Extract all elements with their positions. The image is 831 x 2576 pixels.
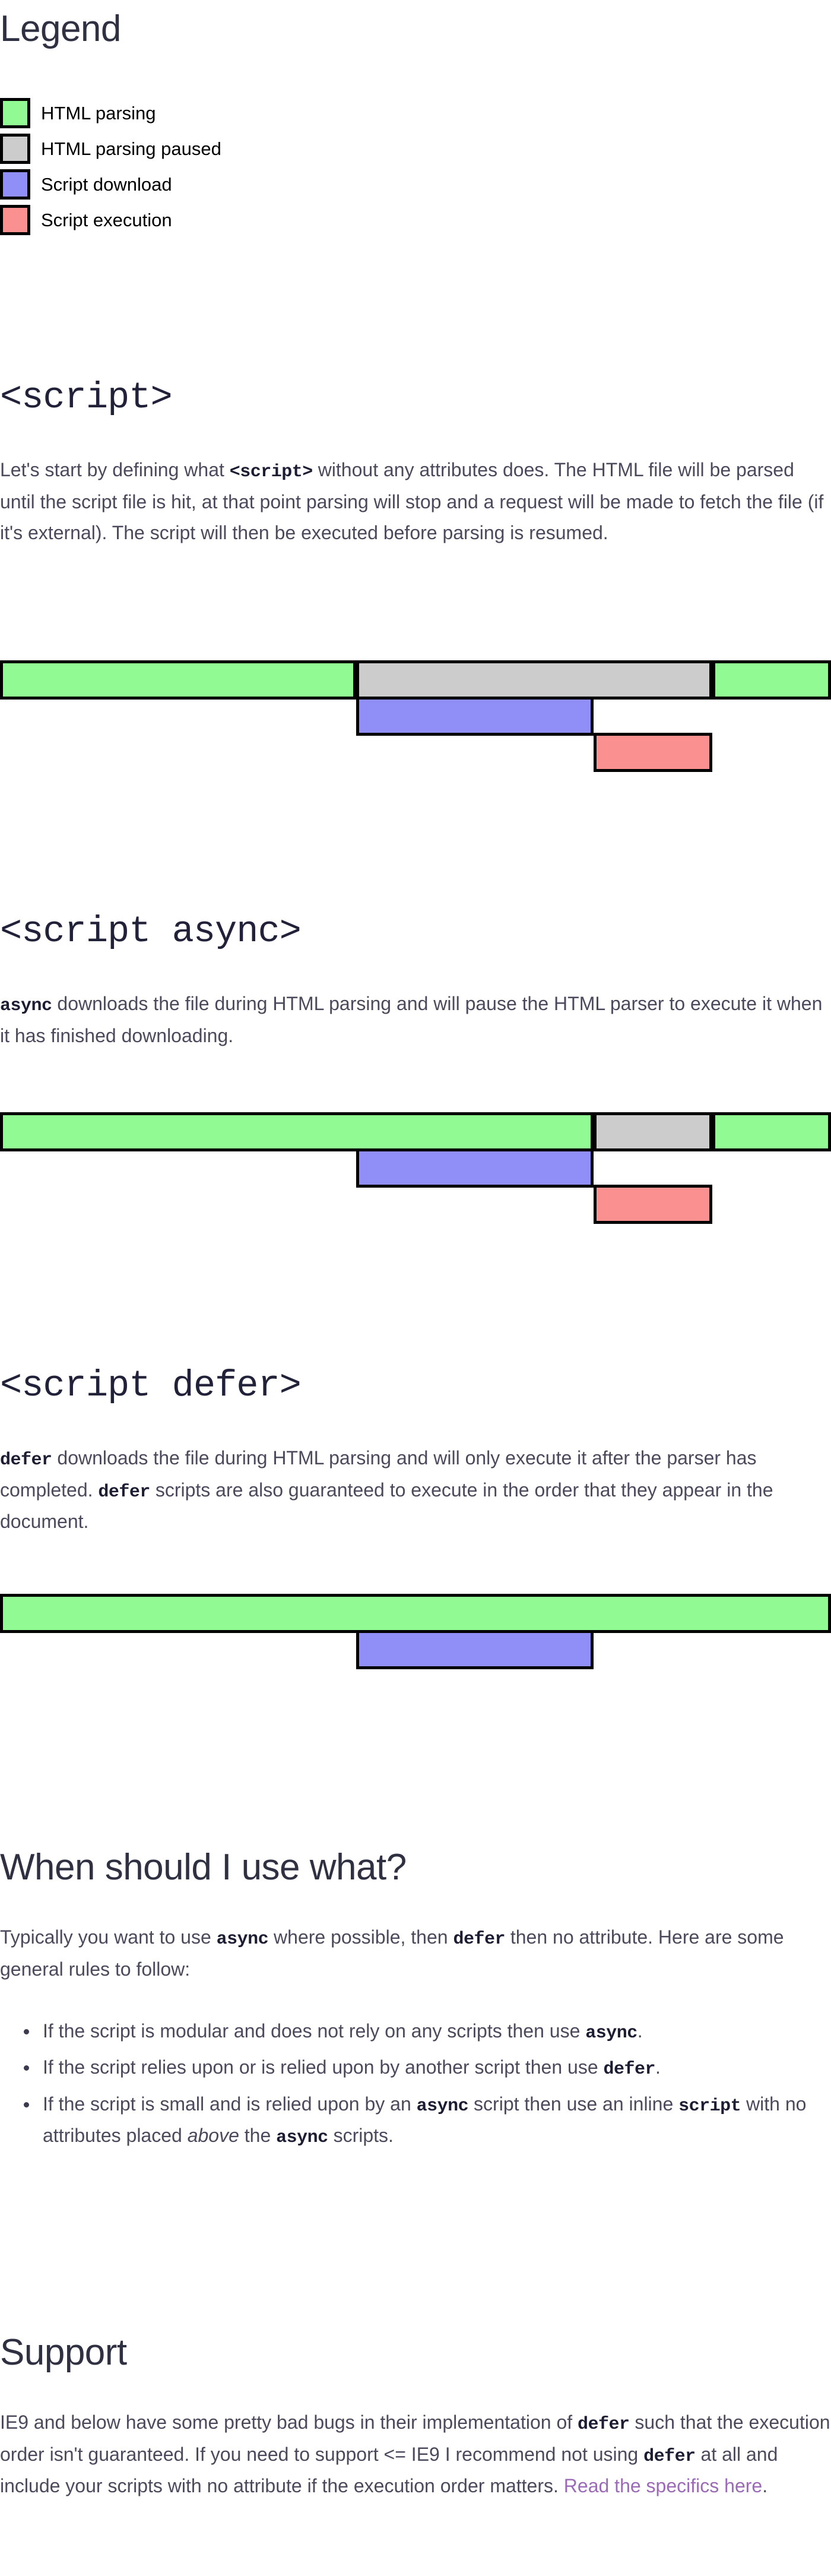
script-defer-paragraph: defer downloads the file during HTML par… xyxy=(0,1443,831,1537)
rule-3-part-2: script then use an inline xyxy=(468,2093,679,2115)
legend-swatch-html-parsing-paused xyxy=(0,133,30,164)
timeline-segment-green xyxy=(0,660,356,700)
legend-item-script-download: Script download xyxy=(0,166,415,202)
rule-3-code-2: script xyxy=(678,2096,741,2116)
rule-1-part-1: If the script is modular and does not re… xyxy=(43,2020,586,2042)
support-part-4: . xyxy=(762,2475,768,2497)
legend-label-script-execution: Script execution xyxy=(41,209,172,230)
defer-inline-code-2: defer xyxy=(98,1482,150,1502)
section-support: Support IE9 and below have some pretty b… xyxy=(0,2331,831,2502)
script-heading: <script> xyxy=(0,376,173,419)
timeline-row-script-download xyxy=(0,1630,831,1669)
rule-3-part-1: If the script is small and is relied upo… xyxy=(43,2093,417,2115)
timeline-segment-red xyxy=(594,733,712,772)
script-defer-heading: <script defer> xyxy=(0,1365,302,1407)
section-script: <script> Let's start by defining what <s… xyxy=(0,376,831,548)
script-timeline-diagram xyxy=(0,660,831,773)
timeline-segment-red xyxy=(594,1185,712,1224)
async-inline-code: async xyxy=(0,996,52,1017)
legend-item-html-parsing-paused: HTML parsing paused xyxy=(0,131,415,166)
support-code-2: defer xyxy=(643,2446,696,2467)
when-to-use-intro: Typically you want to use async where po… xyxy=(0,1922,831,1985)
rule-2-part-1: If the script relies upon or is relied u… xyxy=(43,2056,604,2078)
timeline-row-html-parser xyxy=(0,660,831,700)
timeline-row-html-parser xyxy=(0,1594,831,1633)
timeline-segment-blue xyxy=(356,697,594,736)
timeline-row-script-download xyxy=(0,1148,831,1188)
legend-label-html-parsing: HTML parsing xyxy=(41,102,156,124)
script-async-timeline-diagram xyxy=(0,1112,831,1225)
timeline-segment-gray xyxy=(356,660,712,700)
timeline-segment-blue xyxy=(356,1148,594,1188)
rule-3-emphasis: above xyxy=(187,2125,239,2147)
legend-title: Legend xyxy=(0,8,121,49)
rule-item: If the script relies upon or is relied u… xyxy=(24,2052,831,2084)
timeline-row-script-execution xyxy=(0,1185,831,1224)
rule-item: If the script is small and is relied upo… xyxy=(24,2089,831,2153)
section-script-async: <script async> async downloads the file … xyxy=(0,910,831,1052)
timeline-segment-gray xyxy=(594,1112,712,1151)
rule-3-part-5: scripts. xyxy=(328,2125,394,2147)
support-paragraph: IE9 and below have some pretty bad bugs … xyxy=(0,2407,831,2502)
support-part-1: IE9 and below have some pretty bad bugs … xyxy=(0,2412,578,2433)
intro-code-defer: defer xyxy=(453,1929,505,1950)
support-heading: Support xyxy=(0,2332,127,2373)
rules-list: If the script is modular and does not re… xyxy=(0,2016,831,2153)
rule-2-code-1: defer xyxy=(603,2059,656,2080)
intro-part-2: where possible, then xyxy=(268,1926,453,1948)
when-to-use-heading: When should I use what? xyxy=(0,1847,407,1888)
section-script-defer: <script defer> defer downloads the file … xyxy=(0,1365,831,1537)
rule-1-code-1: async xyxy=(585,2023,637,2043)
script-paragraph-part-1: Let's start by defining what xyxy=(0,459,230,481)
rule-3-code-1: async xyxy=(416,2096,469,2116)
timeline-segment-green xyxy=(712,660,831,700)
legend-label-script-download: Script download xyxy=(41,173,172,195)
intro-part-1: Typically you want to use xyxy=(0,1926,217,1948)
script-async-paragraph: async downloads the file during HTML par… xyxy=(0,989,831,1051)
legend-list: HTML parsing HTML parsing paused Script do… xyxy=(0,95,415,238)
section-when-to-use: When should I use what? Typically you wa… xyxy=(0,1846,831,2157)
legend-item-script-execution: Script execution xyxy=(0,202,415,238)
defer-inline-code-1: defer xyxy=(0,1450,52,1471)
rule-2-part-2: . xyxy=(655,2056,661,2078)
script-defer-timeline-diagram xyxy=(0,1594,831,1671)
legend-swatch-html-parsing xyxy=(0,97,30,128)
read-specifics-link[interactable]: Read the specifics here xyxy=(564,2475,762,2496)
legend-label-html-parsing-paused: HTML parsing paused xyxy=(41,138,221,159)
legend-item-html-parsing: HTML parsing xyxy=(0,95,415,131)
script-paragraph: Let's start by defining what <script> wi… xyxy=(0,455,831,548)
timeline-row-script-execution xyxy=(0,733,831,772)
rule-3-code-3: async xyxy=(276,2128,328,2148)
rule-3-part-4: the xyxy=(239,2125,277,2147)
timeline-segment-green xyxy=(712,1112,831,1151)
script-async-heading: <script async> xyxy=(0,910,302,952)
intro-code-async: async xyxy=(216,1929,269,1950)
timeline-segment-blue xyxy=(356,1630,594,1669)
legend-swatch-script-download xyxy=(0,169,30,200)
support-code-1: defer xyxy=(578,2414,630,2435)
timeline-row-html-parser xyxy=(0,1112,831,1151)
rule-1-part-2: . xyxy=(637,2020,643,2042)
timeline-segment-green xyxy=(0,1594,831,1633)
timeline-row-script-download xyxy=(0,697,831,736)
async-paragraph-rest: downloads the file during HTML parsing a… xyxy=(0,993,823,1046)
timeline-segment-green xyxy=(0,1112,594,1151)
script-inline-code: <script> xyxy=(229,462,313,483)
rule-item: If the script is modular and does not re… xyxy=(24,2016,831,2048)
legend-swatch-script-execution xyxy=(0,204,30,235)
